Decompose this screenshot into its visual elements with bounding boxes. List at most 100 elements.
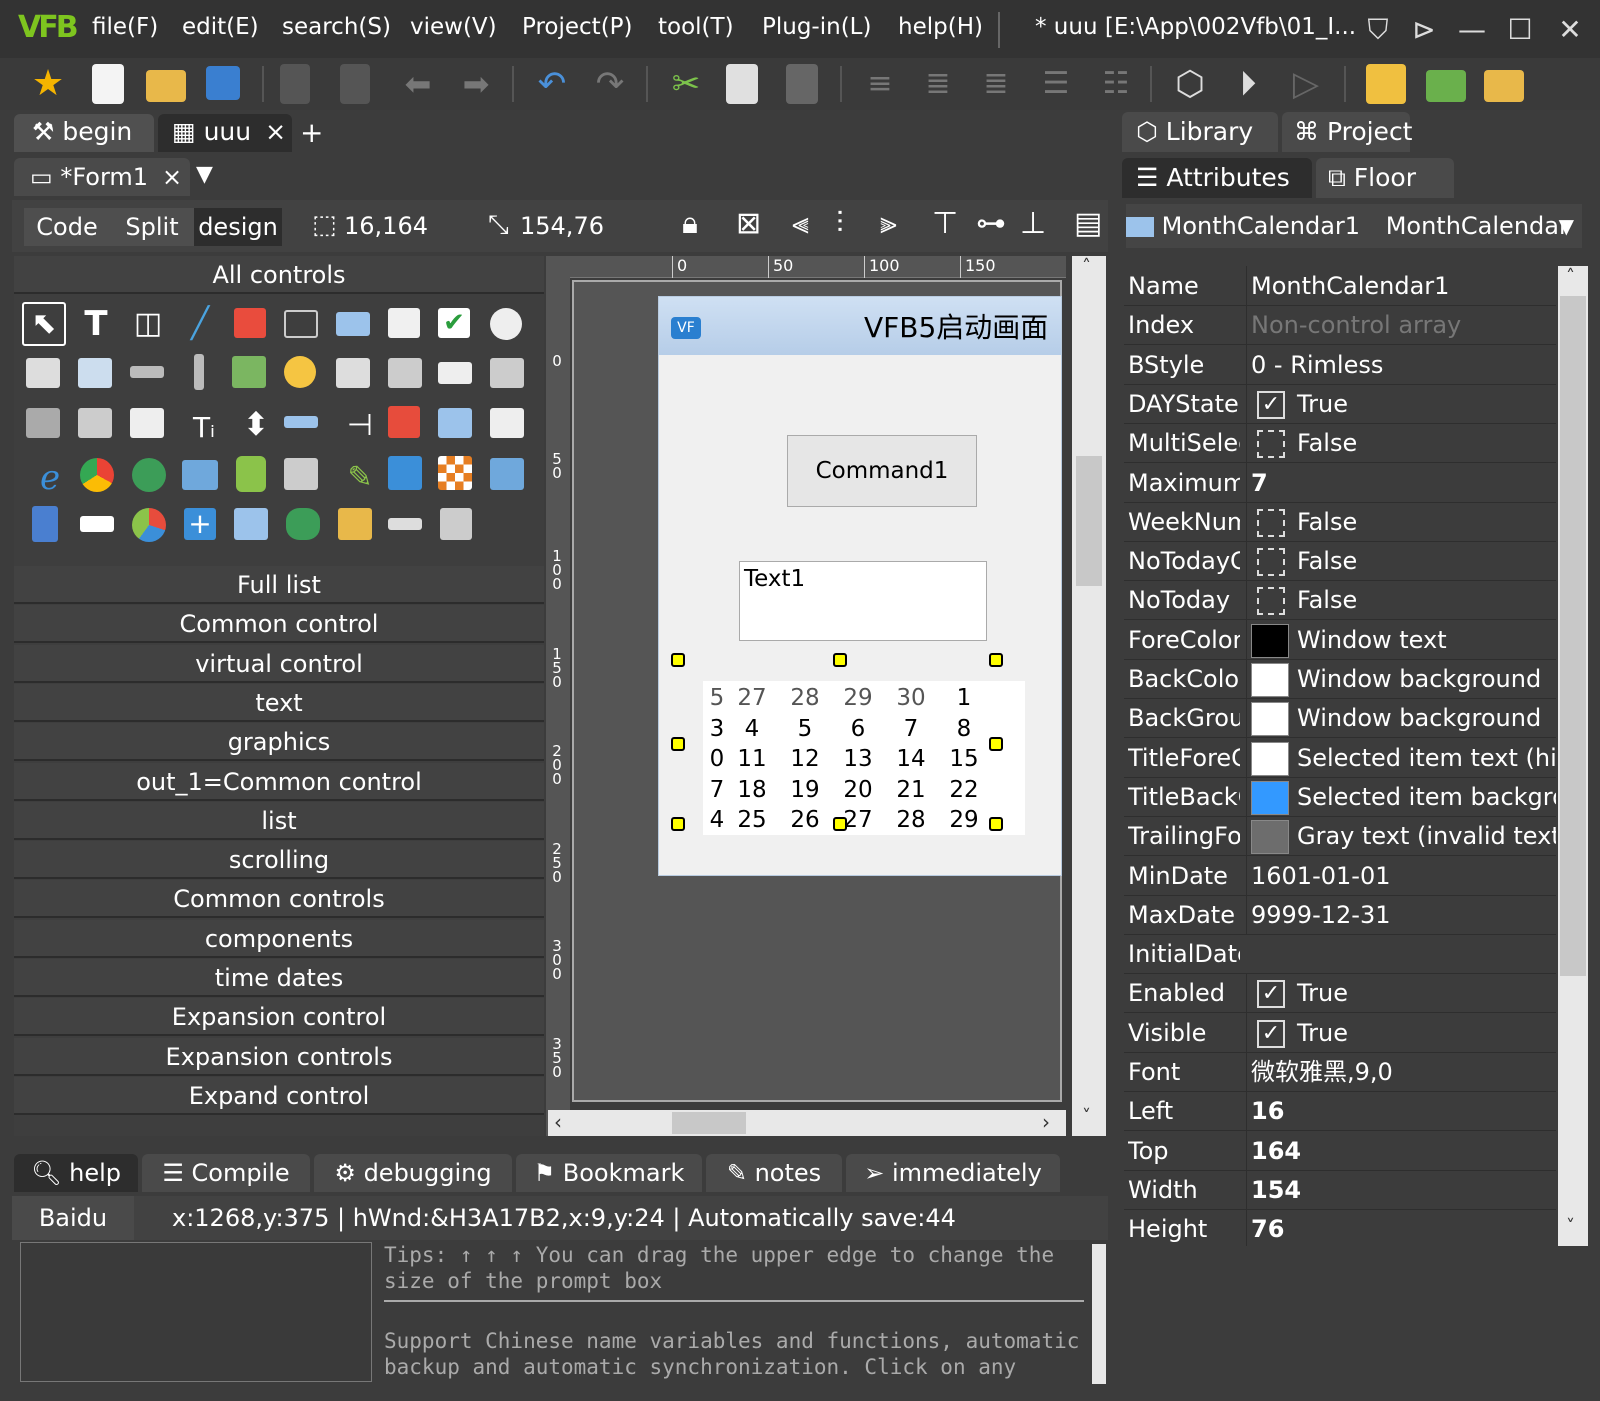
property-value[interactable]: ✓ True [1246, 973, 1556, 1014]
property-row[interactable]: Name MonthCalendar1 [1124, 266, 1556, 306]
category-item[interactable]: Common control [14, 605, 544, 644]
line-tool-icon[interactable]: ╱ [178, 302, 222, 346]
property-value[interactable]: False [1246, 501, 1556, 542]
property-row[interactable]: Visible ✓ True [1124, 1012, 1556, 1053]
new-file-icon[interactable] [92, 64, 124, 104]
calendar-day[interactable]: 4 [730, 716, 774, 742]
calendar-day[interactable]: 22 [942, 777, 986, 803]
property-value[interactable]: Window text [1246, 619, 1556, 660]
frame-tool-icon[interactable] [284, 310, 318, 338]
calendar-day[interactable]: 19 [783, 777, 827, 803]
combobox-tool-icon[interactable] [26, 358, 60, 388]
color-swatch[interactable] [1251, 820, 1289, 855]
radio-tool-icon[interactable] [490, 308, 522, 340]
calendar-day[interactable]: 26 [783, 807, 827, 833]
uncomment-icon[interactable]: ☷ [1096, 64, 1136, 104]
category-item[interactable]: Expansion controls [14, 1037, 544, 1076]
network-tool-icon[interactable] [182, 460, 218, 490]
property-scrollbar[interactable]: ˄ ˅ [1558, 266, 1588, 1246]
calendar-day[interactable]: 12 [783, 746, 827, 772]
checkbox-icon[interactable] [1257, 548, 1285, 577]
calendar-day[interactable]: 18 [730, 777, 774, 803]
property-row[interactable]: Enabled ✓ True [1124, 973, 1556, 1014]
scroll-up-icon[interactable]: ˄ [1082, 256, 1091, 277]
align-top-icon[interactable]: ⊤ [932, 206, 958, 241]
property-row[interactable]: NoToday False [1124, 580, 1556, 621]
align-middle-icon[interactable]: ⊶ [976, 206, 1006, 241]
resize-handle[interactable] [833, 653, 847, 667]
property-row[interactable]: DAYState ✓ True [1124, 383, 1556, 424]
print-icon[interactable] [280, 64, 310, 104]
property-row[interactable]: Font 微软雅黑,9,0 [1124, 1052, 1556, 1092]
category-item[interactable]: graphics [14, 723, 544, 762]
designed-form[interactable]: VF VFB5启动画面 Command1 Text1 5 27 28 29 30 1 3 4 5… [658, 296, 1062, 876]
tab-immediately[interactable]: ➢ immediately [846, 1154, 1060, 1192]
minimize-icon[interactable]: — [1452, 10, 1492, 50]
toolbox-header[interactable]: All controls [14, 256, 544, 294]
menu-tool[interactable]: tool(T) [658, 14, 734, 40]
property-row[interactable]: Maximum 7 [1124, 462, 1556, 503]
tab-uuu[interactable]: ▦ uuu × [158, 114, 292, 152]
category-item[interactable]: Full list [14, 566, 544, 604]
back-arrow-icon[interactable]: ⬅ [398, 64, 438, 104]
property-value[interactable]: False [1246, 423, 1556, 464]
resize-handle[interactable] [989, 737, 1003, 751]
checkbox-icon[interactable] [1257, 430, 1285, 459]
property-value[interactable]: 1601-01-01 [1246, 855, 1556, 896]
run-icon[interactable]: ⏵ [1228, 64, 1268, 104]
calendar-day[interactable]: 15 [942, 746, 986, 772]
calendar-day[interactable]: 11 [730, 746, 774, 772]
property-value[interactable]: Gray text (invalid text) [1246, 816, 1556, 857]
property-row[interactable]: Left 16 [1124, 1091, 1556, 1132]
chrome-tool-icon[interactable] [80, 458, 114, 492]
property-row[interactable]: Width 154 [1124, 1169, 1556, 1210]
tab-debugging[interactable]: ⚙ debugging [314, 1154, 512, 1192]
category-item[interactable]: text [14, 683, 544, 722]
menu-project[interactable]: Project(P) [522, 14, 633, 40]
canvas-vertical-scrollbar[interactable]: ˄ ˅ [1072, 256, 1106, 1136]
category-item[interactable]: virtual control [14, 644, 544, 683]
resize-handle[interactable] [989, 817, 1003, 831]
calendar-day[interactable]: 27 [730, 685, 774, 711]
align-left-icon[interactable]: ⫷ [792, 206, 809, 241]
updown-tool-icon[interactable]: ⬍ [234, 402, 278, 446]
property-value[interactable]: Non-control array [1246, 305, 1556, 346]
format-text-icon[interactable]: ≡ [860, 64, 900, 104]
scroll-right-icon[interactable]: › [1042, 1110, 1050, 1134]
property-row[interactable]: InitialDate [1124, 934, 1556, 975]
favorite-icon[interactable]: ★ [28, 64, 68, 104]
tab-floor[interactable]: ⧉ Floor [1316, 158, 1454, 198]
pin-icon[interactable]: ⊳ [1404, 10, 1444, 50]
resize-handle[interactable] [671, 653, 685, 667]
command1-button[interactable]: Command1 [787, 435, 977, 507]
build-cube-icon[interactable]: ⬡ [1170, 64, 1210, 104]
toolbar-tool-icon[interactable] [388, 518, 422, 530]
property-value[interactable]: Window background [1246, 698, 1556, 739]
package-icon[interactable] [1366, 64, 1406, 104]
property-row[interactable]: MultiSelect False [1124, 423, 1556, 464]
copy-form-icon[interactable] [340, 64, 370, 104]
shape-tool-icon[interactable]: ◫ [126, 302, 170, 346]
tab-begin[interactable]: ⚒ begin [14, 114, 154, 152]
web-tool-icon[interactable] [286, 508, 320, 540]
rich-text-tool-icon[interactable]: Tᵢ [182, 406, 226, 450]
picture-frame-tool-icon[interactable] [338, 508, 372, 540]
resize-handle[interactable] [671, 737, 685, 751]
calendar-day[interactable]: 29 [942, 807, 986, 833]
slider-tool-icon[interactable]: ⊣ [338, 404, 382, 448]
calendar-day[interactable]: 25 [730, 807, 774, 833]
tree-tool-icon[interactable] [78, 408, 112, 438]
form-title-bar[interactable]: VF VFB5启动画面 [659, 297, 1061, 355]
scroll-left-icon[interactable]: ‹ [554, 1110, 562, 1134]
align-bottom-icon[interactable]: ⊥ [1020, 206, 1046, 241]
property-row[interactable]: ForeColor Window text [1124, 619, 1556, 660]
form-list-dropdown[interactable]: ▼ [196, 162, 213, 187]
picture-tool-icon[interactable] [234, 308, 266, 338]
data-tool-icon[interactable] [490, 358, 524, 388]
property-value[interactable]: 0 - Rimless [1246, 344, 1556, 385]
property-value[interactable]: MonthCalendar1 [1246, 266, 1556, 306]
property-row[interactable]: MinDate 1601-01-01 [1124, 855, 1556, 896]
property-value[interactable]: False [1246, 580, 1556, 621]
category-item[interactable]: components [14, 919, 544, 958]
button-tool-icon[interactable] [336, 312, 370, 336]
